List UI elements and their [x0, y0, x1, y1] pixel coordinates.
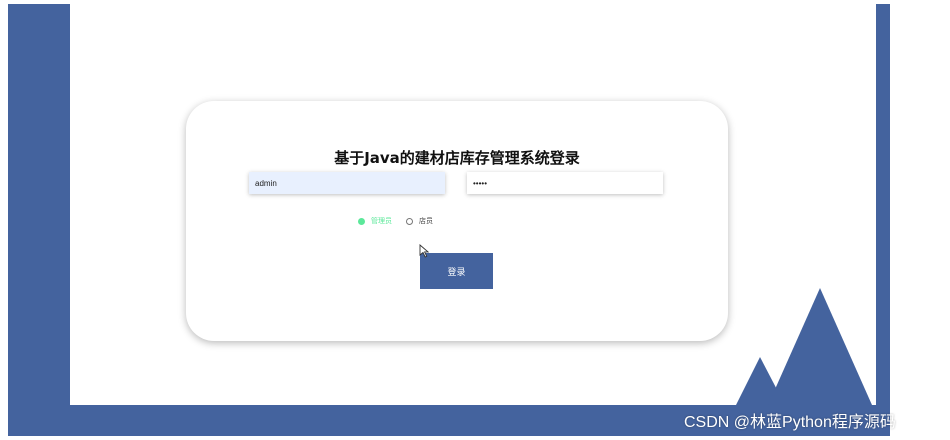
role-option-clerk[interactable]: 店员 — [406, 216, 433, 226]
username-input[interactable] — [249, 172, 445, 194]
role-label-admin: 管理员 — [371, 217, 392, 225]
role-selector: 管理员 店员 — [358, 215, 447, 227]
large-mountain-shape — [768, 288, 872, 405]
mountain-decoration — [736, 288, 872, 405]
login-button[interactable]: 登录 — [420, 253, 493, 289]
login-card: 基于Java的建材店库存管理系统登录 管理员 店员 登录 — [186, 101, 728, 341]
role-option-admin[interactable]: 管理员 — [358, 216, 392, 226]
selected-radio-icon[interactable] — [358, 217, 365, 225]
login-title: 基于Java的建材店库存管理系统登录 — [334, 149, 580, 167]
password-input[interactable] — [467, 172, 663, 194]
login-page: 基于Java的建材店库存管理系统登录 管理员 店员 登录 CSDN @林蓝Pyt… — [0, 0, 950, 440]
left-blue-frame — [8, 4, 70, 436]
role-label-clerk: 店员 — [419, 217, 433, 225]
csdn-watermark: CSDN @林蓝Python程序源码 — [684, 414, 896, 431]
mouse-pointer-icon — [419, 244, 429, 258]
unselected-radio-icon[interactable] — [406, 217, 413, 225]
